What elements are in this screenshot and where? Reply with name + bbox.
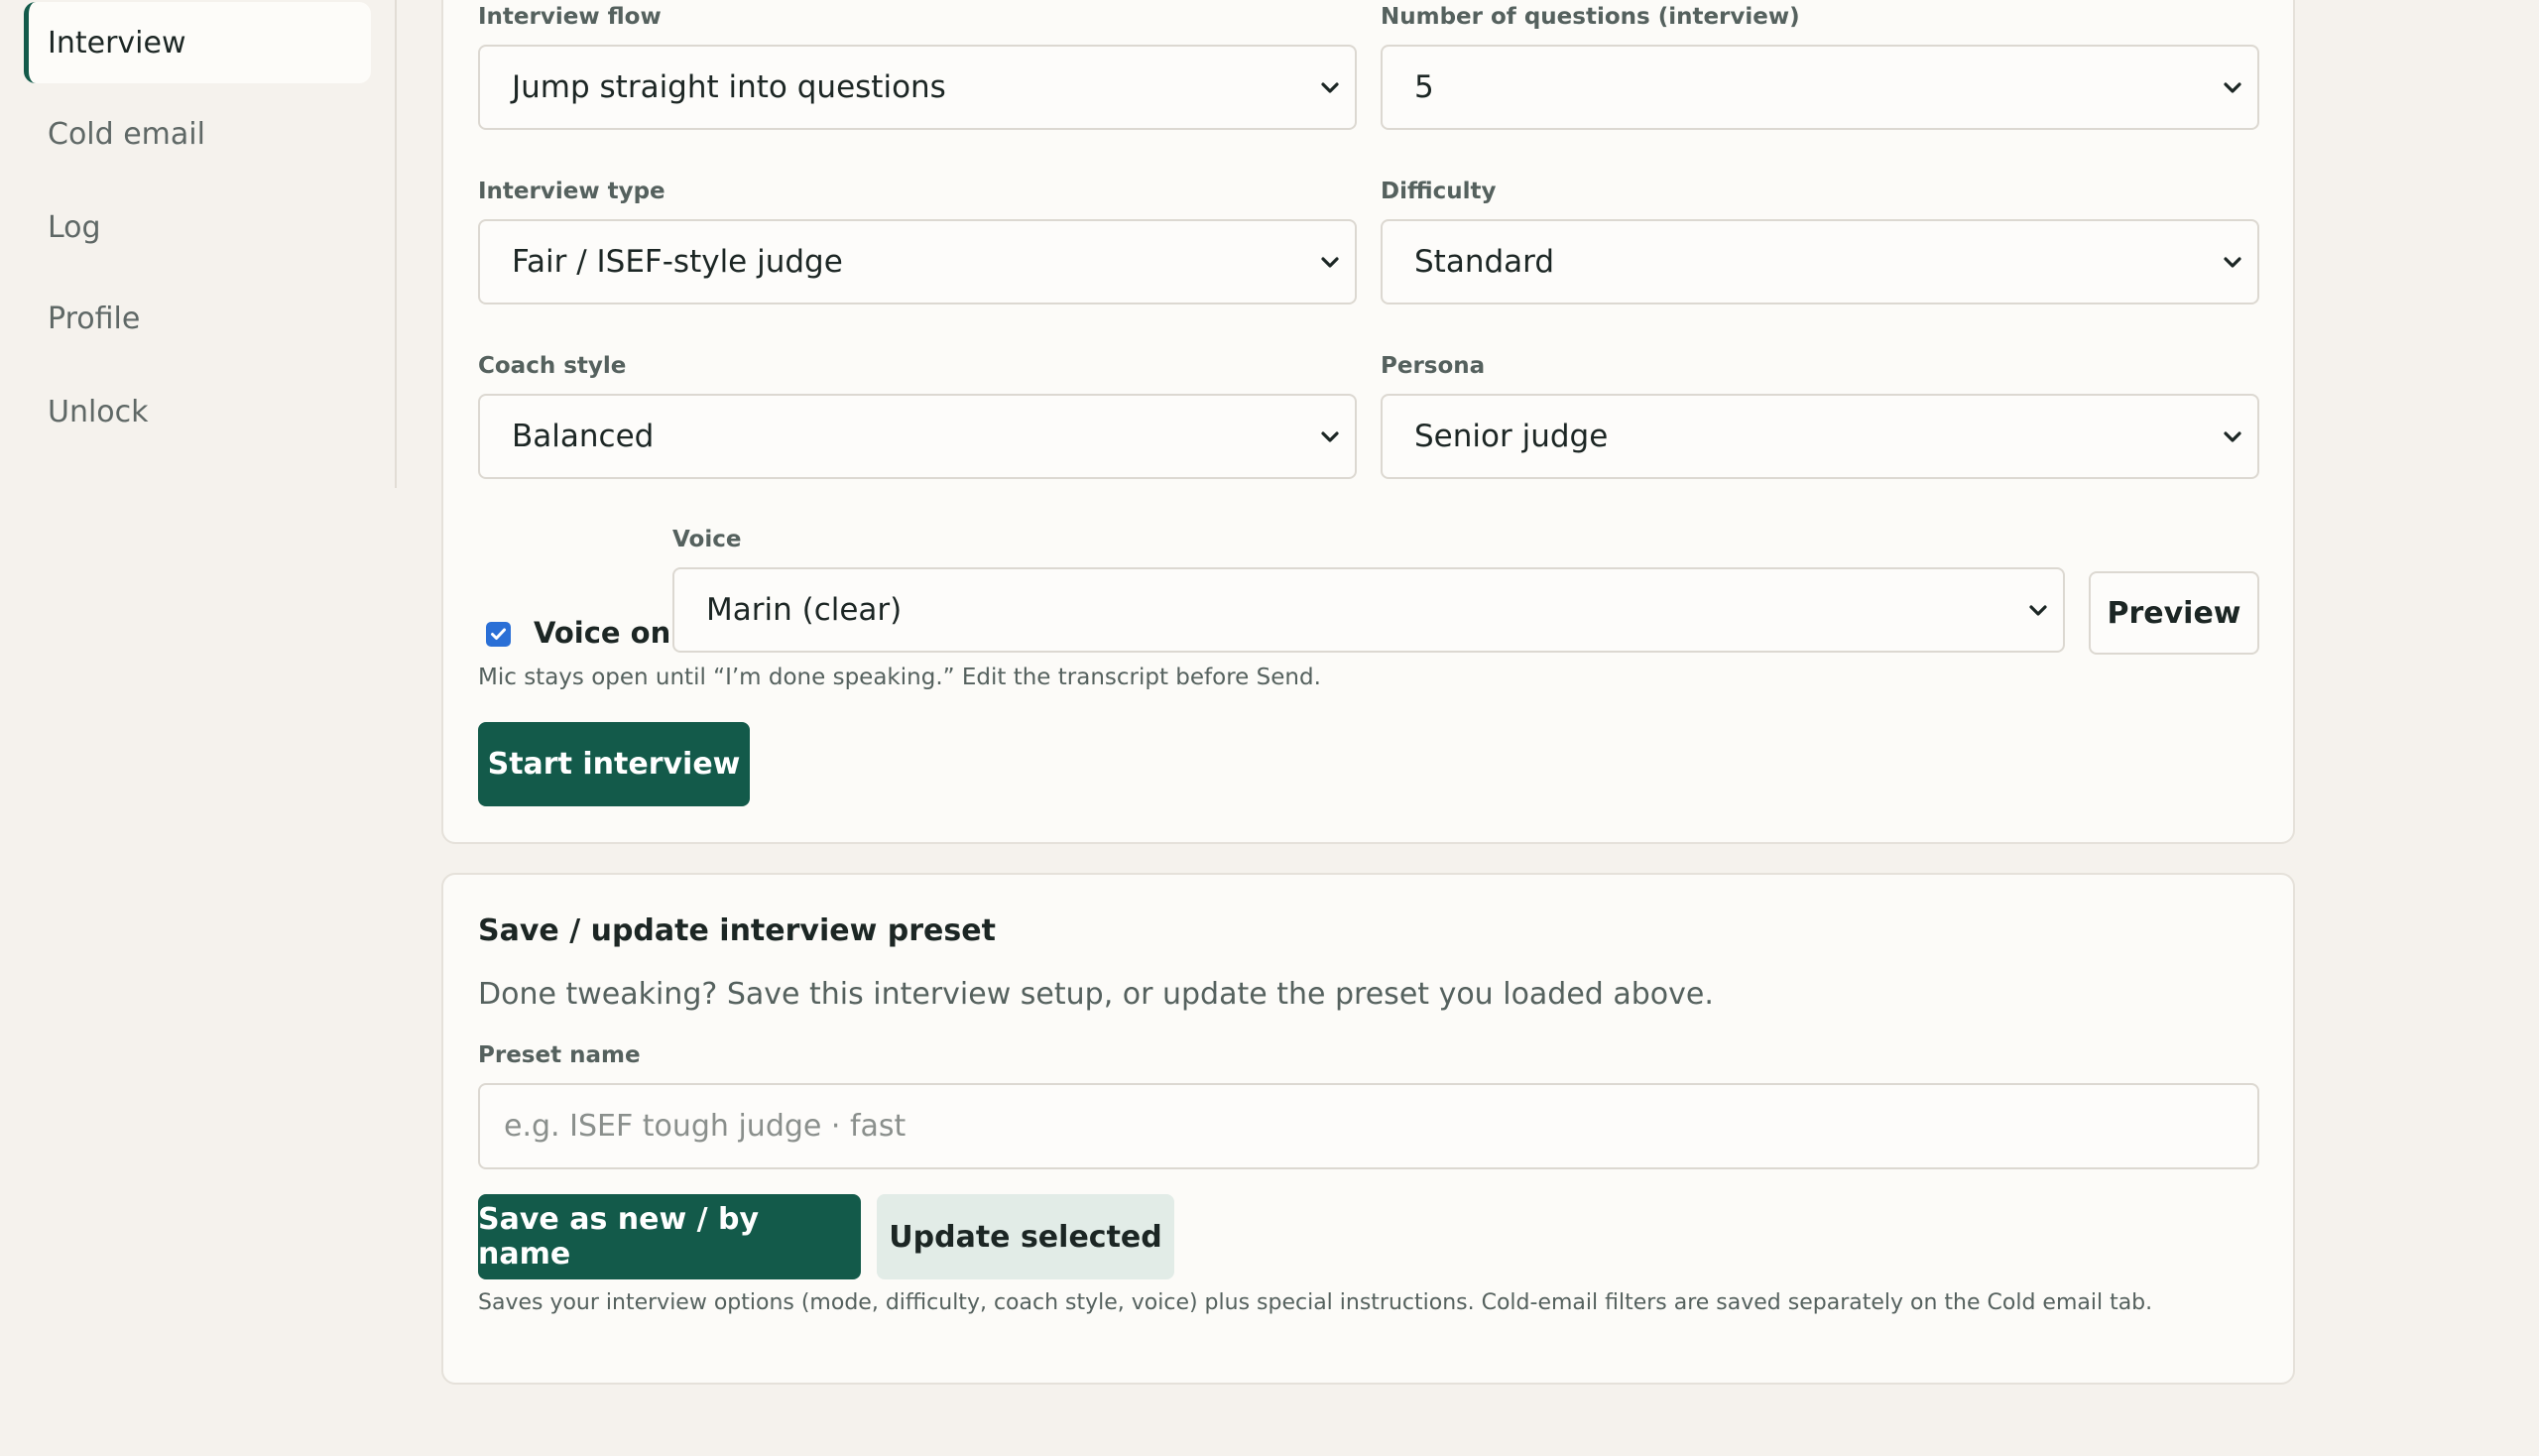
chevron-down-icon	[2224, 82, 2241, 93]
questions-count-value: 5	[1414, 69, 1434, 105]
coach-style-label: Coach style	[478, 353, 627, 379]
sidebar-item-interview[interactable]: Interview	[24, 2, 371, 83]
coach-style-value: Balanced	[512, 419, 655, 454]
difficulty-select[interactable]: Standard	[1381, 219, 2259, 304]
save-as-new-label: Save as new / by name	[478, 1202, 760, 1272]
chevron-down-icon	[2224, 257, 2241, 268]
questions-count-label: Number of questions (interview)	[1381, 4, 1800, 30]
interview-type-select[interactable]: Fair / ISEF-style judge	[478, 219, 1357, 304]
sidebar-item-label: Unlock	[48, 394, 149, 429]
sidebar-item-label: Cold email	[48, 116, 205, 152]
start-interview-button[interactable]: Start interview	[478, 722, 750, 806]
mic-hint: Mic stays open until “I’m done speaking.…	[478, 665, 1321, 690]
preview-button[interactable]: Preview	[2089, 571, 2259, 655]
preset-name-label: Preset name	[478, 1042, 641, 1068]
start-interview-label: Start interview	[487, 747, 741, 782]
difficulty-value: Standard	[1414, 244, 1555, 280]
voice-on-checkbox[interactable]	[486, 622, 511, 647]
check-icon	[491, 628, 506, 640]
questions-count-select[interactable]: 5	[1381, 45, 2259, 130]
interview-type-label: Interview type	[478, 179, 665, 204]
voice-select[interactable]: Marin (clear)	[672, 567, 2065, 653]
preset-description: Done tweaking? Save this interview setup…	[478, 977, 1714, 1012]
persona-label: Persona	[1381, 353, 1486, 379]
preview-button-label: Preview	[2107, 595, 2241, 631]
sidebar-item-unlock[interactable]: Unlock	[24, 371, 371, 452]
chevron-down-icon	[1321, 82, 1339, 93]
update-selected-label: Update selected	[889, 1219, 1162, 1255]
sidebar-item-log[interactable]: Log	[24, 186, 371, 268]
interview-flow-label: Interview flow	[478, 4, 662, 30]
interview-flow-value: Jump straight into questions	[512, 69, 946, 105]
sidebar-item-profile[interactable]: Profile	[24, 278, 371, 359]
chevron-down-icon	[2224, 431, 2241, 442]
voice-label: Voice	[672, 527, 742, 552]
preset-title: Save / update interview preset	[478, 913, 996, 948]
save-as-new-button[interactable]: Save as new / by name	[478, 1194, 861, 1279]
sidebar: Interview Cold email Log Profile Unlock	[0, 0, 397, 488]
difficulty-label: Difficulty	[1381, 179, 1497, 204]
sidebar-item-label: Profile	[48, 301, 141, 336]
persona-value: Senior judge	[1414, 419, 1609, 454]
coach-style-select[interactable]: Balanced	[478, 394, 1357, 479]
preset-name-placeholder: e.g. ISEF tough judge · fast	[504, 1109, 907, 1144]
chevron-down-icon	[2029, 605, 2047, 616]
sidebar-item-label: Log	[48, 209, 101, 245]
preset-name-input[interactable]: e.g. ISEF tough judge · fast	[478, 1083, 2259, 1169]
sidebar-item-label: Interview	[48, 25, 186, 61]
persona-select[interactable]: Senior judge	[1381, 394, 2259, 479]
chevron-down-icon	[1321, 257, 1339, 268]
chevron-down-icon	[1321, 431, 1339, 442]
interview-type-value: Fair / ISEF-style judge	[512, 244, 843, 280]
voice-value: Marin (clear)	[706, 592, 903, 628]
voice-on-label[interactable]: Voice on	[534, 616, 670, 650]
interview-flow-select[interactable]: Jump straight into questions	[478, 45, 1357, 130]
sidebar-item-cold-email[interactable]: Cold email	[24, 93, 371, 175]
update-selected-button[interactable]: Update selected	[877, 1194, 1174, 1279]
preset-footnote: Saves your interview options (mode, diff…	[478, 1290, 2153, 1315]
